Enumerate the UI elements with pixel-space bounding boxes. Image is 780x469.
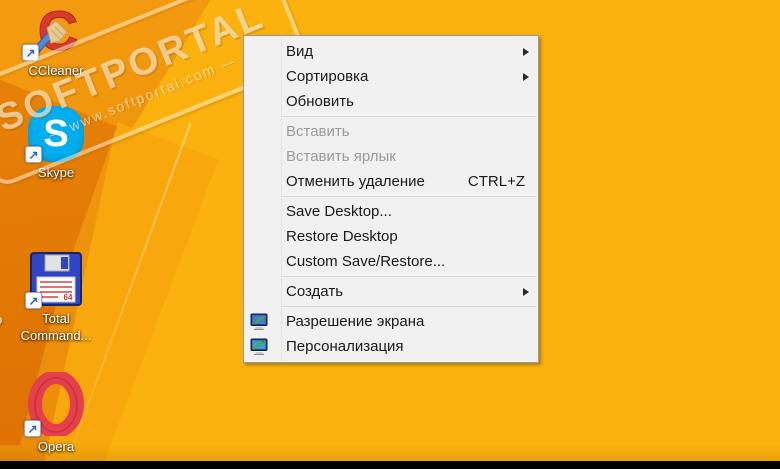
menu-separator — [282, 116, 536, 117]
submenu-arrow-icon — [523, 287, 529, 296]
icon-label: Opera — [37, 439, 75, 454]
submenu-arrow-icon — [523, 47, 529, 56]
wallpaper-bottom-shade — [0, 445, 780, 461]
menu-item-paste-shortcut: Вставить ярлык — [244, 144, 538, 169]
menu-item-refresh[interactable]: Обновить — [244, 89, 538, 114]
context-menu: Вид Сортировка Обновить Вставить Вставит… — [243, 35, 539, 363]
total-commander-icon: 64 ↗ — [25, 248, 84, 309]
menu-item-label: Вид — [286, 43, 314, 60]
shortcut-arrow-icon: ↗ — [24, 420, 41, 437]
menu-item-label: Вставить ярлык — [286, 148, 396, 165]
menu-item-label: Создать — [286, 283, 344, 300]
opera-icon: ↗ — [24, 372, 85, 437]
menu-item-new[interactable]: Создать — [244, 279, 538, 304]
menu-item-view[interactable]: Вид — [244, 39, 538, 64]
menu-item-label: Разрешение экрана — [286, 313, 425, 330]
menu-separator — [282, 306, 536, 307]
icon-label: Total Command... — [20, 311, 92, 343]
menu-item-label: Персонализация — [286, 338, 404, 355]
submenu-arrow-icon — [523, 72, 529, 81]
cutoff-icon-label-fragment: o — [0, 312, 2, 327]
desktop[interactable]: C ↗ CCleaner S ↗ Skype 64 — [0, 0, 780, 469]
menu-item-personalization[interactable]: Персонализация — [244, 334, 538, 359]
shortcut-arrow-icon: ↗ — [25, 292, 42, 309]
taskbar[interactable] — [0, 461, 780, 469]
personalization-icon — [250, 338, 268, 355]
menu-item-custom-save-restore[interactable]: Custom Save/Restore... — [244, 249, 538, 274]
menu-item-undo-delete[interactable]: Отменить удаление CTRL+Z — [244, 169, 538, 194]
menu-item-sort-by[interactable]: Сортировка — [244, 64, 538, 89]
menu-item-label: Вставить — [286, 123, 350, 140]
desktop-icon-total-commander[interactable]: 64 ↗ Total Command... — [8, 248, 104, 345]
menu-item-screen-resolution[interactable]: Разрешение экрана — [244, 309, 538, 334]
menu-item-shortcut: CTRL+Z — [467, 173, 525, 190]
menu-item-label: Обновить — [286, 93, 354, 110]
menu-item-save-desktop[interactable]: Save Desktop... — [244, 199, 538, 224]
display-resolution-icon — [250, 313, 268, 330]
desktop-icon-opera[interactable]: ↗ Opera — [8, 372, 104, 456]
menu-separator — [282, 276, 536, 277]
menu-item-paste: Вставить — [244, 119, 538, 144]
menu-item-label: Restore Desktop — [286, 228, 398, 245]
menu-item-label: Custom Save/Restore... — [286, 253, 446, 270]
menu-item-restore-desktop[interactable]: Restore Desktop — [244, 224, 538, 249]
menu-item-label: Save Desktop... — [286, 203, 392, 220]
menu-item-label: Сортировка — [286, 68, 369, 85]
menu-item-label: Отменить удаление — [286, 173, 425, 190]
svg-text:64: 64 — [64, 293, 73, 302]
menu-separator — [282, 196, 536, 197]
